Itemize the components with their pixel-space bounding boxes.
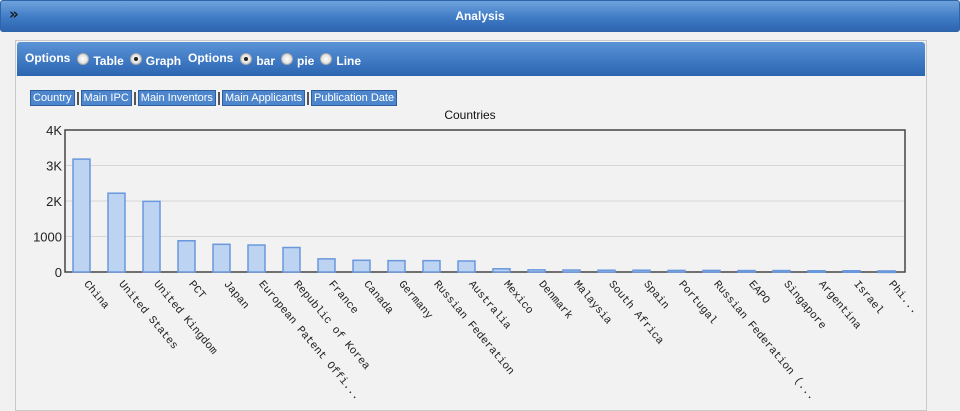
x-tick-label: Spain bbox=[640, 279, 670, 312]
bar-japan bbox=[212, 243, 231, 273]
bar-pct bbox=[177, 240, 196, 273]
bar-south-africa bbox=[597, 269, 616, 273]
x-tick-label: Canada bbox=[360, 279, 395, 317]
x-tick-label: PCT bbox=[185, 279, 207, 302]
y-tick-label: 3K bbox=[46, 159, 62, 174]
bar-malaysia bbox=[562, 269, 581, 273]
x-tick-label: Israel bbox=[850, 279, 885, 317]
bar-phi bbox=[877, 270, 896, 274]
bar-china bbox=[72, 158, 91, 273]
y-tick-label: 4K bbox=[46, 123, 62, 138]
y-tick-label: 2K bbox=[46, 194, 62, 209]
x-tick-label: Germany bbox=[395, 279, 434, 322]
bar-portugal bbox=[667, 269, 686, 273]
bar-mexico bbox=[492, 268, 511, 273]
x-tick-label: Japan bbox=[220, 279, 250, 312]
bar-france bbox=[317, 258, 336, 273]
bar-russian-federation bbox=[702, 269, 721, 273]
x-tick-label: Mexico bbox=[500, 279, 535, 317]
x-tick-label: United Kingdom bbox=[150, 279, 219, 358]
bar-russian-federation bbox=[422, 259, 441, 273]
bar-eapo bbox=[737, 269, 756, 273]
bar-germany bbox=[387, 259, 406, 273]
bar-republic-of-korea bbox=[282, 246, 301, 273]
x-tick-label: France bbox=[325, 279, 360, 317]
bar-spain bbox=[632, 269, 651, 273]
bar-argentina bbox=[807, 270, 826, 274]
x-tick-label: China bbox=[80, 279, 111, 312]
countries-bar-chart: 010002K3K4KChina United StatesUnited King… bbox=[33, 123, 920, 403]
x-tick-label: Denmark bbox=[535, 279, 574, 322]
bar-united-kingdom bbox=[142, 200, 161, 273]
bar-united-states bbox=[107, 192, 126, 273]
x-tick-label: EAPO bbox=[745, 279, 771, 307]
x-tick-label: Phi... bbox=[885, 279, 920, 317]
bar-canada bbox=[352, 259, 371, 273]
bar-israel bbox=[842, 270, 861, 274]
bar-european-patent-offi bbox=[247, 244, 266, 273]
bar-australia bbox=[457, 260, 476, 273]
y-tick-label: 0 bbox=[55, 265, 62, 280]
bar-denmark bbox=[527, 269, 546, 273]
bar-singapore bbox=[772, 269, 791, 273]
y-tick-label: 1000 bbox=[33, 230, 62, 245]
